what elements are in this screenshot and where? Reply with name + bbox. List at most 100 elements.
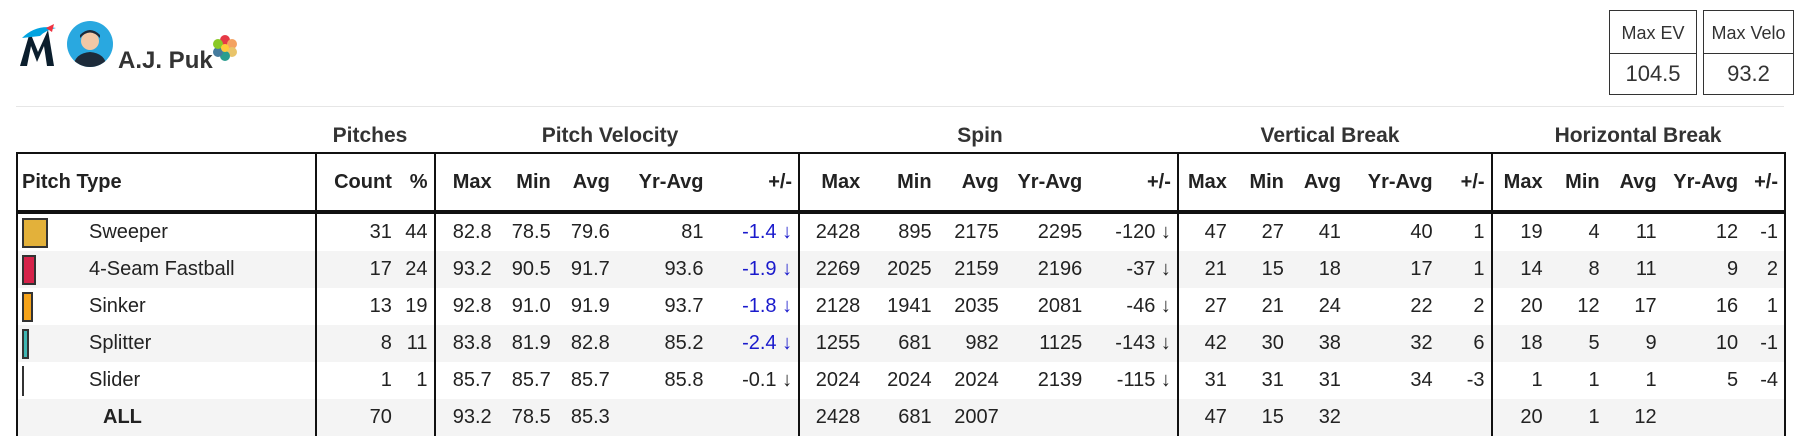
col-hb-yr-avg[interactable]: Yr-Avg bbox=[1662, 152, 1745, 214]
table-row[interactable]: Sweeper 31 44 82.8 78.5 79.6 81 -1.4 ↓ 2428 895 21… bbox=[15, 212, 1786, 251]
group-header-velocity: Pitch Velocity bbox=[541, 124, 679, 147]
col-vb-yr-avg[interactable]: Yr-Avg bbox=[1346, 152, 1439, 214]
spin-diff: -46 ↓ bbox=[1126, 295, 1171, 317]
total-vb-4 bbox=[1438, 399, 1492, 436]
header-divider bbox=[16, 106, 1784, 107]
vb-avg: 31 bbox=[1318, 369, 1341, 391]
col-pct[interactable]: % bbox=[397, 152, 435, 214]
total-vb-0: 47 bbox=[1176, 399, 1233, 436]
col-hb-min[interactable]: Min bbox=[1548, 152, 1606, 214]
hb-avg: 1 bbox=[1645, 369, 1657, 391]
usage-swatch bbox=[22, 217, 48, 248]
usage-swatch bbox=[22, 328, 29, 359]
col-spin-diff[interactable]: +/- bbox=[1088, 152, 1178, 214]
col-velo-diff[interactable]: +/- bbox=[709, 152, 800, 214]
vb-yr-avg: 34 bbox=[1410, 369, 1433, 391]
player-header: A.J. Puk Max EV 104.5 Max Velo 93.2 bbox=[0, 0, 1800, 108]
velo-max: 83.8 bbox=[433, 325, 498, 362]
vb-min: 15 bbox=[1232, 251, 1290, 288]
total-spin-3 bbox=[1004, 399, 1089, 436]
vb-diff: -3 bbox=[1466, 369, 1485, 391]
vb-max: 47 bbox=[1176, 212, 1233, 251]
total-vb-1: 15 bbox=[1232, 399, 1290, 436]
total-spin-2: 2007 bbox=[937, 399, 1005, 436]
spin-avg: 2035 bbox=[954, 295, 999, 317]
velo-yr-avg: 85.2 bbox=[615, 325, 710, 362]
total-hb-0: 20 bbox=[1490, 399, 1549, 436]
group-header-horizontal-break: Horizontal Break bbox=[1554, 124, 1722, 147]
velo-diff: -1.9 ↓ bbox=[709, 251, 800, 288]
table-row[interactable]: Slider 1 1 85.7 85.7 85.7 85.8 -0.1 ↓ 2024 2024 20… bbox=[15, 362, 1786, 399]
velo-min: 85.7 bbox=[511, 369, 551, 391]
col-hb-avg[interactable]: Avg bbox=[1605, 152, 1663, 214]
col-hb-diff[interactable]: +/- bbox=[1744, 152, 1786, 214]
vb-max: 27 bbox=[1176, 288, 1233, 325]
spin-max: 2128 bbox=[798, 288, 867, 325]
col-pitch-type[interactable]: Pitch Type bbox=[15, 152, 317, 214]
spin-diff: -120 ↓ bbox=[1115, 221, 1171, 243]
total-hb-2: 12 bbox=[1605, 399, 1663, 436]
total-count: 70 bbox=[315, 399, 398, 436]
hb-yr-avg: 12 bbox=[1715, 221, 1739, 243]
col-velo-yr-avg[interactable]: Yr-Avg bbox=[615, 152, 710, 214]
hb-diff: 1 bbox=[1744, 288, 1786, 325]
hb-min: 4 bbox=[1588, 221, 1600, 243]
velo-diff: -1.8 ↓ bbox=[742, 295, 793, 317]
col-spin-yr-avg[interactable]: Yr-Avg bbox=[1004, 152, 1089, 214]
col-vb-max[interactable]: Max bbox=[1176, 152, 1233, 214]
velo-avg: 91.7 bbox=[556, 251, 616, 288]
velo-yr-avg: 85.8 bbox=[664, 369, 704, 391]
usage-swatch bbox=[22, 365, 24, 396]
marlins-logo-icon bbox=[20, 24, 56, 66]
col-vb-diff[interactable]: +/- bbox=[1438, 152, 1492, 214]
col-vb-avg[interactable]: Avg bbox=[1289, 152, 1347, 214]
pitch-pct: 19 bbox=[405, 295, 428, 317]
col-velo-min[interactable]: Min bbox=[497, 152, 557, 214]
hb-avg: 11 bbox=[1605, 251, 1663, 288]
vb-max: 31 bbox=[1176, 362, 1233, 399]
col-spin-max[interactable]: Max bbox=[798, 152, 867, 214]
table-row[interactable]: Splitter 8 11 83.8 81.9 82.8 85.2 -2.4 ↓ 1255 681… bbox=[15, 325, 1786, 362]
player-name: A.J. Puk bbox=[118, 47, 213, 74]
column-header-row: Pitch Type Count % Max Min Avg Yr-Avg +/… bbox=[15, 152, 1786, 214]
spin-yr-avg: 1125 bbox=[1004, 325, 1089, 362]
hb-yr-avg: 10 bbox=[1662, 325, 1745, 362]
col-velo-max[interactable]: Max bbox=[433, 152, 498, 214]
pitch-name: Sinker bbox=[89, 295, 146, 317]
total-spin-1: 681 bbox=[866, 399, 938, 436]
spin-diff: -37 ↓ bbox=[1088, 251, 1178, 288]
vb-yr-avg: 17 bbox=[1346, 251, 1439, 288]
total-row[interactable]: ALL 70 93.2 78.5 85.3 2428 681 2007 47 15 32 20 1 12 bbox=[15, 399, 1786, 436]
vb-min: 30 bbox=[1232, 325, 1290, 362]
spin-yr-avg: 2139 bbox=[1037, 369, 1083, 391]
max-velo-box: Max Velo 93.2 bbox=[1703, 10, 1794, 95]
vb-diff: 1 bbox=[1438, 251, 1492, 288]
col-vb-min[interactable]: Min bbox=[1232, 152, 1290, 214]
spin-avg: 2024 bbox=[954, 369, 999, 391]
velo-avg: 79.6 bbox=[570, 221, 610, 243]
col-velo-avg[interactable]: Avg bbox=[556, 152, 616, 214]
col-spin-min[interactable]: Min bbox=[866, 152, 938, 214]
spin-avg: 2175 bbox=[954, 221, 999, 243]
vb-min: 31 bbox=[1261, 369, 1284, 391]
spin-min: 895 bbox=[898, 221, 932, 243]
pitch-name: 4-Seam Fastball bbox=[89, 258, 235, 280]
col-count[interactable]: Count bbox=[315, 152, 398, 214]
hb-max: 18 bbox=[1490, 325, 1549, 362]
vb-yr-avg: 22 bbox=[1410, 295, 1433, 317]
total-velo-2: 85.3 bbox=[556, 399, 616, 436]
pitch-count: 1 bbox=[315, 362, 398, 399]
col-spin-avg[interactable]: Avg bbox=[937, 152, 1005, 214]
spin-max: 2024 bbox=[798, 362, 867, 399]
col-hb-max[interactable]: Max bbox=[1490, 152, 1549, 214]
table-row[interactable]: 4-Seam Fastball 17 24 93.2 90.5 91.7 93.6 -1.9 … bbox=[15, 251, 1786, 288]
velo-yr-avg: 81 bbox=[681, 221, 704, 243]
spin-min: 2024 bbox=[887, 369, 932, 391]
velo-avg: 91.9 bbox=[570, 295, 610, 317]
max-ev-label: Max EV bbox=[1621, 23, 1685, 43]
pitch-type-cell: 4-Seam Fastball bbox=[15, 251, 317, 288]
table-row[interactable]: Sinker 13 19 92.8 91.0 91.9 93.7 -1.8 ↓ 2128 1941… bbox=[15, 288, 1786, 325]
total-spin-0: 2428 bbox=[798, 399, 867, 436]
spin-min: 681 bbox=[866, 325, 938, 362]
velo-max: 85.7 bbox=[433, 362, 498, 399]
